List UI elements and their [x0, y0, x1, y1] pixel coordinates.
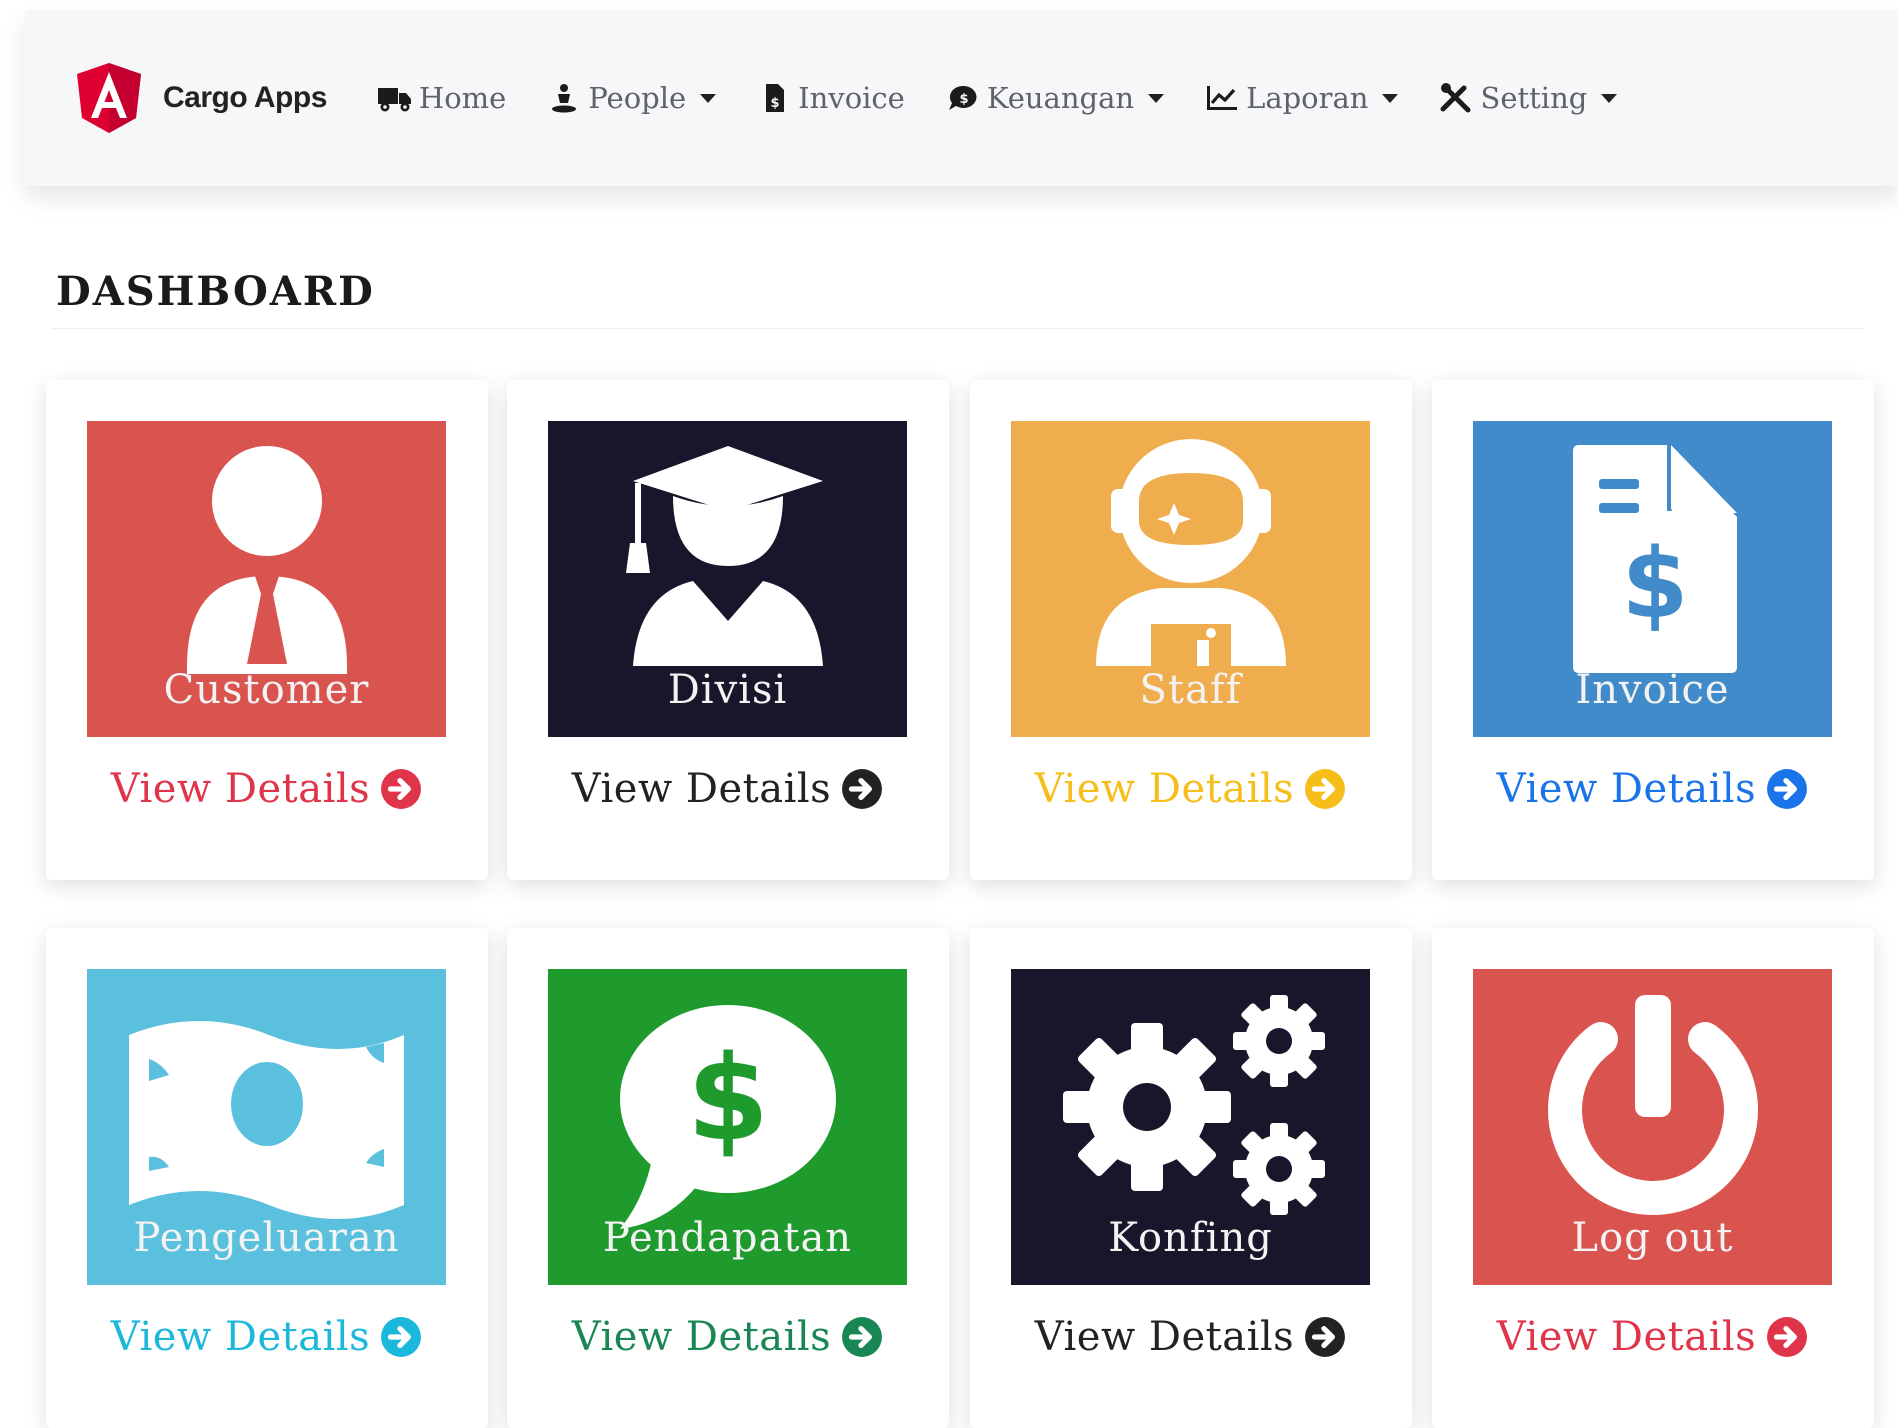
view-details-link[interactable]: View Details: [548, 1285, 907, 1389]
tile-label-konfing: Konfing: [1108, 1215, 1273, 1261]
arrow-circle-right-icon: [842, 769, 883, 809]
view-details-text: View Details: [1034, 766, 1295, 812]
tile-logout[interactable]: Log out: [1473, 969, 1832, 1285]
view-details-text: View Details: [1034, 1314, 1295, 1360]
tile-label-invoice: Invoice: [1575, 667, 1730, 713]
tile-label-logout: Log out: [1571, 1215, 1734, 1261]
svg-text:$: $: [1622, 528, 1689, 640]
brand-link[interactable]: Cargo Apps: [77, 63, 327, 133]
tile-staff[interactable]: Staff: [1011, 421, 1370, 737]
arrow-circle-right-icon: [842, 1317, 883, 1357]
chevron-down-icon: [700, 93, 717, 103]
view-details-text: View Details: [110, 1314, 371, 1360]
nav-keuangan[interactable]: $ Keuangan: [945, 81, 1165, 115]
tile-label-customer: Customer: [163, 667, 370, 713]
tile-pendapatan[interactable]: $ Pendapatan: [548, 969, 907, 1285]
arrow-circle-right-icon: [381, 769, 422, 809]
chart-line-icon: [1207, 86, 1238, 110]
card-konfing: Konfing View Details: [970, 928, 1412, 1428]
page-title: DASHBOARD: [56, 268, 375, 315]
arrow-circle-right-icon: [381, 1317, 422, 1357]
view-details-link[interactable]: View Details: [87, 1285, 446, 1389]
view-details-text: View Details: [1496, 1314, 1757, 1360]
arrow-circle-right-icon: [1767, 769, 1808, 809]
card-pendapatan: $ Pendapatan View Details: [507, 928, 949, 1428]
nav-people-label: People: [588, 81, 687, 115]
brand-name: Cargo Apps: [163, 81, 327, 114]
person-icon: [552, 84, 577, 113]
svg-text:$: $: [687, 1029, 769, 1167]
view-details-link[interactable]: View Details: [1473, 1285, 1832, 1389]
dashboard-grid: Customer View Details Divisi View Detail…: [46, 380, 1874, 1428]
nav-home-label: Home: [418, 81, 507, 115]
card-pengeluaran: Pengeluaran View Details: [46, 928, 488, 1428]
view-details-link[interactable]: View Details: [548, 737, 907, 841]
tile-divisi[interactable]: Divisi: [548, 421, 907, 737]
view-details-link[interactable]: View Details: [1473, 737, 1832, 841]
tile-label-pengeluaran: Pengeluaran: [133, 1215, 400, 1261]
nav-home[interactable]: Home: [377, 81, 506, 115]
svg-text:$: $: [959, 92, 968, 107]
view-details-text: View Details: [571, 1314, 832, 1360]
nav-setting-label: Setting: [1480, 81, 1588, 115]
nav-laporan-label: Laporan: [1246, 81, 1369, 115]
nav-invoice-label: Invoice: [798, 81, 905, 115]
nav-people[interactable]: People: [546, 81, 717, 115]
angular-logo-icon: [77, 63, 141, 133]
tile-invoice[interactable]: $ Invoice: [1473, 421, 1832, 737]
nav-setting[interactable]: Setting: [1438, 81, 1618, 115]
chevron-down-icon: [1148, 93, 1165, 103]
nav-laporan[interactable]: Laporan: [1204, 81, 1399, 115]
svg-text:$: $: [771, 96, 780, 111]
arrow-circle-right-icon: [1305, 1317, 1346, 1357]
tools-icon: [1440, 83, 1471, 113]
view-details-link[interactable]: View Details: [1011, 737, 1370, 841]
chevron-down-icon: [1382, 93, 1399, 103]
main-nav: Home People $ Invoice $ Keuangan Laporan…: [377, 81, 1657, 115]
arrow-circle-right-icon: [1305, 769, 1346, 809]
tile-pengeluaran[interactable]: Pengeluaran: [87, 969, 446, 1285]
card-customer: Customer View Details: [46, 380, 488, 880]
view-details-text: View Details: [1496, 766, 1757, 812]
tile-label-pendapatan: Pendapatan: [602, 1215, 853, 1261]
view-details-text: View Details: [110, 766, 371, 812]
card-staff: Staff View Details: [970, 380, 1412, 880]
card-invoice: $ Invoice View Details: [1432, 380, 1874, 880]
card-divisi: Divisi View Details: [507, 380, 949, 880]
tile-customer[interactable]: Customer: [87, 421, 446, 737]
money-bubble-icon: $: [948, 85, 977, 110]
tile-konfing[interactable]: Konfing: [1011, 969, 1370, 1285]
top-navbar: Cargo Apps Home People $ Invoice $ Keuan…: [25, 10, 1898, 186]
tile-label-staff: Staff: [1139, 667, 1242, 713]
arrow-circle-right-icon: [1767, 1317, 1808, 1357]
chevron-down-icon: [1601, 93, 1618, 103]
view-details-link[interactable]: View Details: [87, 737, 446, 841]
tile-label-divisi: Divisi: [667, 667, 788, 713]
view-details-text: View Details: [571, 766, 832, 812]
invoice-file-icon: $: [766, 84, 785, 112]
truck-icon: [377, 88, 411, 112]
nav-invoice[interactable]: $ Invoice: [756, 81, 905, 115]
view-details-link[interactable]: View Details: [1011, 1285, 1370, 1389]
card-logout: Log out View Details: [1432, 928, 1874, 1428]
nav-keuangan-label: Keuangan: [986, 81, 1135, 115]
title-divider: [52, 328, 1864, 329]
